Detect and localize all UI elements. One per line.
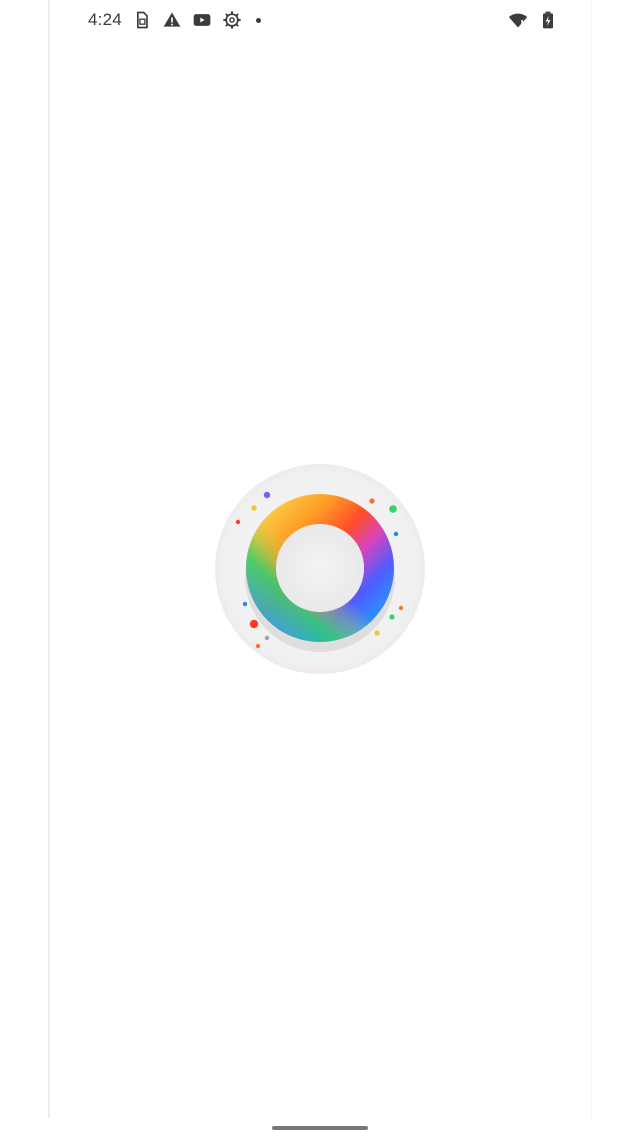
warning-icon [163,12,181,27]
app-logo [215,464,425,674]
battery-icon [543,11,553,29]
status-left: 4:24 [88,10,261,30]
splash-screen: 4:24 [0,0,640,1138]
rainbow-ring-logo [235,491,404,652]
right-edge [591,0,592,1118]
left-edge [48,0,50,1118]
status-right [508,10,558,30]
settings-icon [222,11,241,29]
status-time: 4:24 [88,10,122,29]
wifi-icon [508,13,528,28]
sim-card-icon [136,11,148,29]
notification-dot-icon [255,17,261,23]
youtube-icon [193,14,211,26]
gesture-handle[interactable] [272,1126,368,1130]
status-bar: 4:24 [88,6,558,34]
